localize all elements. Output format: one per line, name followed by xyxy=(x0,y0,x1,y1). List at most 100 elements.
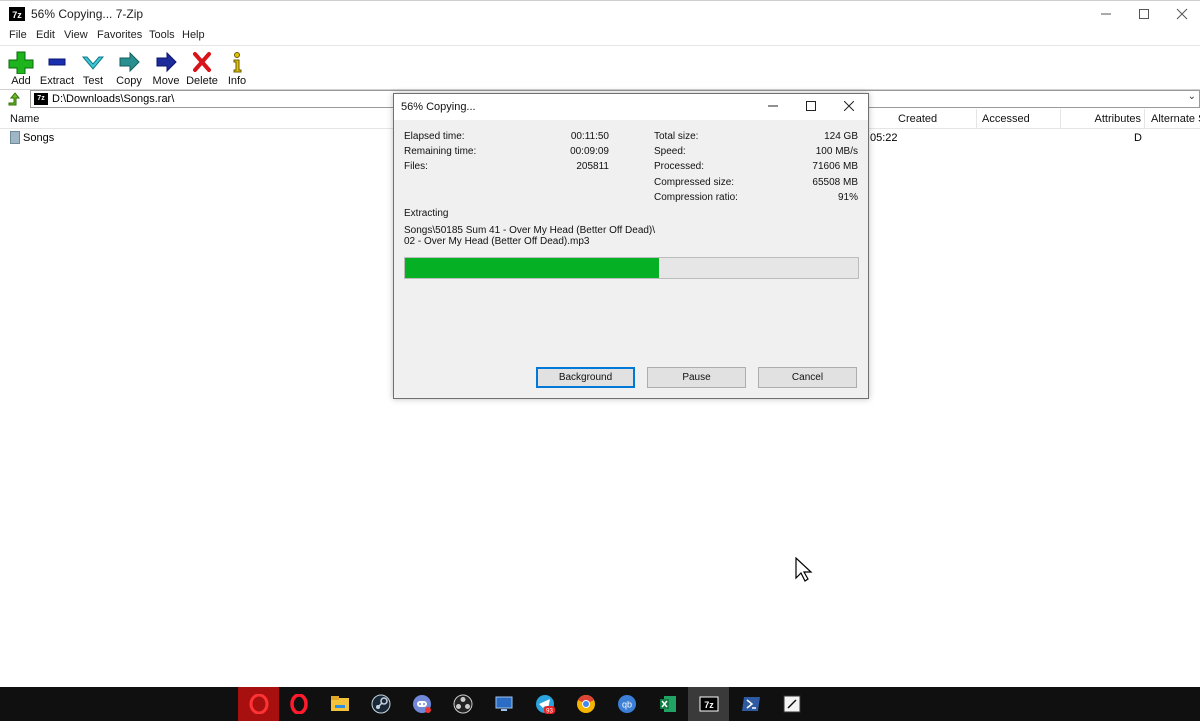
taskbar-opera-gx[interactable] xyxy=(238,687,279,721)
powershell-icon xyxy=(742,697,760,711)
dialog-title: 56% Copying... xyxy=(401,101,476,113)
operation-label: Extracting xyxy=(404,208,449,219)
taskbar: 93 qb 7z xyxy=(0,687,1200,721)
compressed-size-label: Compressed size: xyxy=(654,177,735,188)
processed-value: 71606 MB xyxy=(812,161,858,172)
maximize-button[interactable] xyxy=(1124,1,1164,27)
file-explorer-icon xyxy=(331,696,349,711)
extract-button[interactable]: Extract xyxy=(37,48,77,88)
item-modified: 05:22 xyxy=(870,132,898,144)
column-accessed[interactable]: Accessed xyxy=(977,109,1061,129)
taskbar-7zip[interactable]: 7z xyxy=(688,687,729,721)
obs-icon xyxy=(453,694,473,714)
files-value: 205811 xyxy=(576,161,609,172)
dialog-maximize-button[interactable] xyxy=(792,94,830,120)
copy-arrow-icon xyxy=(119,51,140,73)
taskbar-qbittorrent[interactable]: qb xyxy=(606,687,647,721)
extract-icon xyxy=(48,58,66,66)
toolbar: Add Extract Test Copy Move Delete Info xyxy=(0,45,1200,89)
item-name: Songs xyxy=(23,132,55,144)
test-icon xyxy=(81,56,105,70)
taskbar-steam[interactable] xyxy=(360,687,401,721)
elapsed-time-label: Elapsed time: xyxy=(404,131,465,142)
7zip-icon: 7z xyxy=(699,696,719,712)
total-size-value: 124 GB xyxy=(824,131,858,142)
add-icon xyxy=(8,51,34,74)
copy-progress-dialog: 56% Copying... Elapsed time: 00:11:50 Re… xyxy=(393,93,869,399)
move-button[interactable]: Move xyxy=(146,48,186,88)
maximize-icon xyxy=(806,101,816,111)
test-button[interactable]: Test xyxy=(73,48,113,88)
folder-icon xyxy=(10,131,20,144)
taskbar-obs[interactable] xyxy=(442,687,483,721)
speed-value: 100 MB/s xyxy=(815,146,858,157)
taskbar-chrome[interactable] xyxy=(565,687,606,721)
compression-ratio-label: Compression ratio: xyxy=(654,192,738,203)
remaining-time-value: 00:09:09 xyxy=(570,146,609,157)
close-button[interactable] xyxy=(1162,1,1200,27)
menu-edit[interactable]: Edit xyxy=(36,29,55,41)
compressed-size-value: 65508 MB xyxy=(812,177,858,188)
dialog-title-bar[interactable]: 56% Copying... xyxy=(394,94,868,120)
maximize-icon xyxy=(1139,9,1149,19)
column-created[interactable]: Created xyxy=(893,109,977,129)
progress-fill xyxy=(405,258,659,278)
copy-button[interactable]: Copy xyxy=(109,48,149,88)
menu-help[interactable]: Help xyxy=(182,29,205,41)
progress-bar xyxy=(404,257,859,279)
current-file-path: Songs\50185 Sum 41 - Over My Head (Bette… xyxy=(404,225,656,236)
remote-desktop-icon xyxy=(495,696,513,711)
elapsed-time-value: 00:11:50 xyxy=(570,131,609,142)
minimize-button[interactable] xyxy=(1086,1,1126,27)
close-icon xyxy=(1176,8,1188,20)
menu-file[interactable]: File xyxy=(9,29,27,41)
notepad-icon xyxy=(783,695,801,713)
cancel-button[interactable]: Cancel xyxy=(758,367,857,388)
taskbar-discord[interactable] xyxy=(401,687,442,721)
background-button[interactable]: Background xyxy=(536,367,635,388)
telegram-icon: 93 xyxy=(536,695,555,714)
speed-label: Speed: xyxy=(654,146,686,157)
pause-button[interactable]: Pause xyxy=(647,367,746,388)
column-attributes[interactable]: Attributes xyxy=(1061,109,1145,129)
menu-tools[interactable]: Tools xyxy=(149,29,175,41)
taskbar-telegram[interactable]: 93 xyxy=(524,687,565,721)
7zip-app-icon: 7z xyxy=(9,7,25,21)
taskbar-opera[interactable] xyxy=(278,687,319,721)
taskbar-powershell[interactable] xyxy=(730,687,771,721)
excel-icon xyxy=(660,696,676,712)
title-bar[interactable]: 7z 56% Copying... 7-Zip xyxy=(0,1,1200,27)
qbittorrent-icon: qb xyxy=(618,695,636,713)
info-button[interactable]: Info xyxy=(217,48,257,88)
dialog-minimize-button[interactable] xyxy=(754,94,792,120)
minimize-icon xyxy=(768,105,778,107)
window-title: 56% Copying... 7-Zip xyxy=(31,7,144,21)
archive-icon: 7z xyxy=(34,93,48,105)
delete-button[interactable]: Delete xyxy=(182,48,222,88)
steam-icon xyxy=(371,694,391,714)
menu-favorites[interactable]: Favorites xyxy=(97,29,142,41)
discord-icon xyxy=(413,695,431,713)
taskbar-notepad[interactable] xyxy=(771,687,812,721)
folder-up-icon[interactable] xyxy=(7,91,23,107)
processed-label: Processed: xyxy=(654,161,705,172)
close-icon xyxy=(843,100,855,112)
column-alternate-streams[interactable]: Alternate S xyxy=(1146,109,1200,129)
menu-bar: File Edit View Favorites Tools Help xyxy=(0,27,1200,44)
menu-view[interactable]: View xyxy=(64,29,88,41)
compression-ratio-value: 91% xyxy=(837,192,858,203)
chevron-down-icon[interactable]: ⌄ xyxy=(1188,91,1196,102)
add-button[interactable]: Add xyxy=(1,48,41,88)
taskbar-remote-desktop[interactable] xyxy=(483,687,524,721)
minimize-icon xyxy=(1101,13,1111,15)
7zip-label: 7z xyxy=(704,700,714,710)
mouse-cursor-icon xyxy=(795,557,813,582)
remaining-time-label: Remaining time: xyxy=(404,146,477,157)
taskbar-file-explorer[interactable] xyxy=(319,687,360,721)
taskbar-excel[interactable] xyxy=(647,687,688,721)
info-icon xyxy=(233,52,242,73)
column-name[interactable]: Name xyxy=(5,109,395,129)
current-file-name: 02 - Over My Head (Better Off Dead).mp3 xyxy=(404,236,590,247)
opera-icon xyxy=(290,694,308,714)
dialog-close-button[interactable] xyxy=(830,94,868,120)
